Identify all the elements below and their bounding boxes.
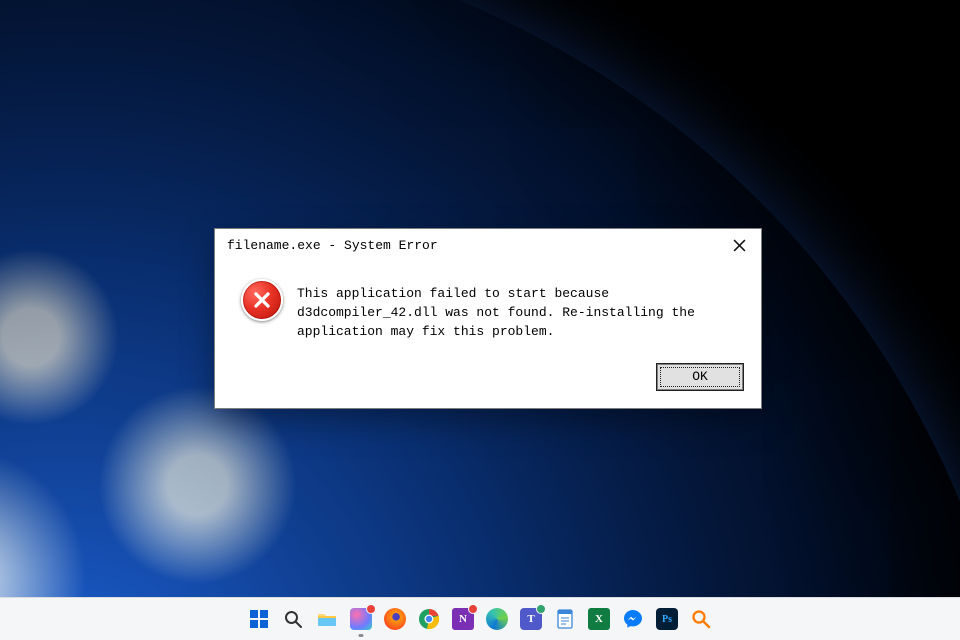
dialog-titlebar[interactable]: filename.exe - System Error bbox=[215, 229, 761, 261]
search-button[interactable] bbox=[278, 604, 308, 634]
search-icon bbox=[282, 608, 304, 630]
photoshop[interactable]: Ps bbox=[652, 604, 682, 634]
folder-icon bbox=[316, 608, 338, 630]
edge[interactable] bbox=[482, 604, 512, 634]
system-error-dialog: filename.exe - System Error This applica… bbox=[214, 228, 762, 409]
close-icon bbox=[733, 239, 746, 252]
dialog-message: This application failed to start because… bbox=[297, 279, 729, 342]
dialog-button-row: OK bbox=[215, 352, 761, 408]
orange-search-icon bbox=[690, 608, 712, 630]
teams-icon: T bbox=[520, 608, 542, 630]
ok-button[interactable]: OK bbox=[657, 364, 743, 390]
windows-icon bbox=[248, 608, 270, 630]
photoshop-icon: Ps bbox=[656, 608, 678, 630]
onenote[interactable]: N bbox=[448, 604, 478, 634]
notepad[interactable] bbox=[550, 604, 580, 634]
teams[interactable]: T bbox=[516, 604, 546, 634]
taskbar: N T X Ps bbox=[0, 597, 960, 640]
excel[interactable]: X bbox=[584, 604, 614, 634]
messenger[interactable] bbox=[618, 604, 648, 634]
notepad-icon bbox=[554, 608, 576, 630]
desktop: filename.exe - System Error This applica… bbox=[0, 0, 960, 640]
file-explorer[interactable] bbox=[312, 604, 342, 634]
error-icon bbox=[241, 279, 283, 342]
copilot[interactable] bbox=[346, 604, 376, 634]
close-button[interactable] bbox=[725, 231, 753, 259]
edge-icon bbox=[486, 608, 508, 630]
onenote-icon: N bbox=[452, 608, 474, 630]
start-button[interactable] bbox=[244, 604, 274, 634]
dialog-title: filename.exe - System Error bbox=[227, 238, 725, 253]
error-x-icon bbox=[253, 291, 271, 309]
everything-search[interactable] bbox=[686, 604, 716, 634]
firefox[interactable] bbox=[380, 604, 410, 634]
firefox-icon bbox=[384, 608, 406, 630]
chrome-icon bbox=[418, 608, 440, 630]
dialog-body: This application failed to start because… bbox=[215, 261, 761, 352]
messenger-icon bbox=[622, 608, 644, 630]
copilot-icon bbox=[350, 608, 372, 630]
excel-icon: X bbox=[588, 608, 610, 630]
chrome[interactable] bbox=[414, 604, 444, 634]
